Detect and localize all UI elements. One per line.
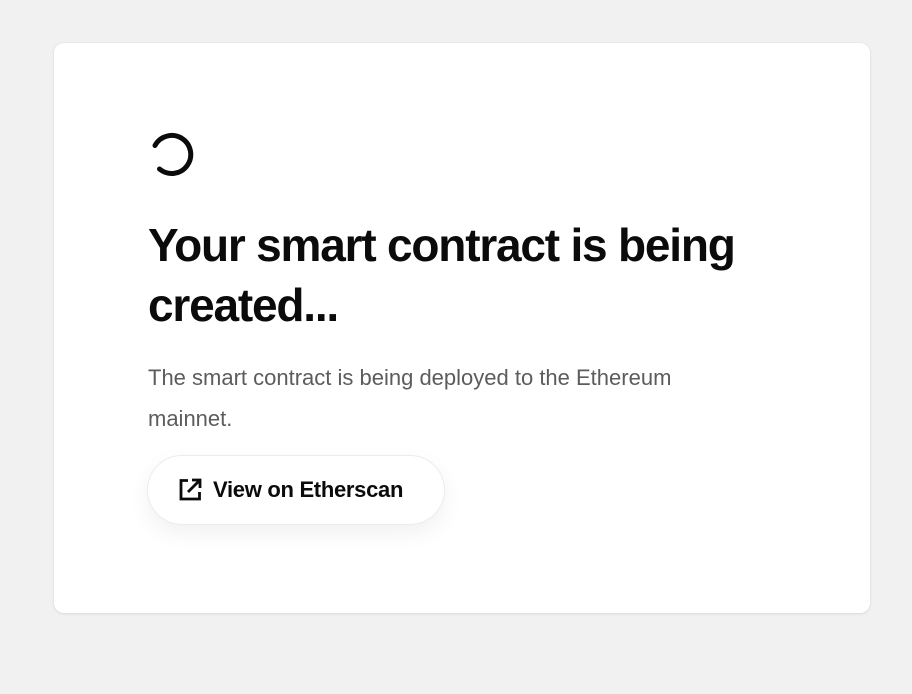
page-title: Your smart contract is being created...: [148, 219, 736, 331]
status-content: Your smart contract is being created... …: [148, 131, 788, 439]
status-card: Your smart contract is being created... …: [54, 43, 870, 613]
status-description: The smart contract is being deployed to …: [148, 365, 672, 431]
loading-spinner-icon: [152, 133, 194, 176]
external-link-icon: [179, 478, 202, 501]
view-on-etherscan-label: View on Etherscan: [213, 477, 404, 502]
view-on-etherscan-button[interactable]: View on Etherscan: [147, 455, 445, 525]
